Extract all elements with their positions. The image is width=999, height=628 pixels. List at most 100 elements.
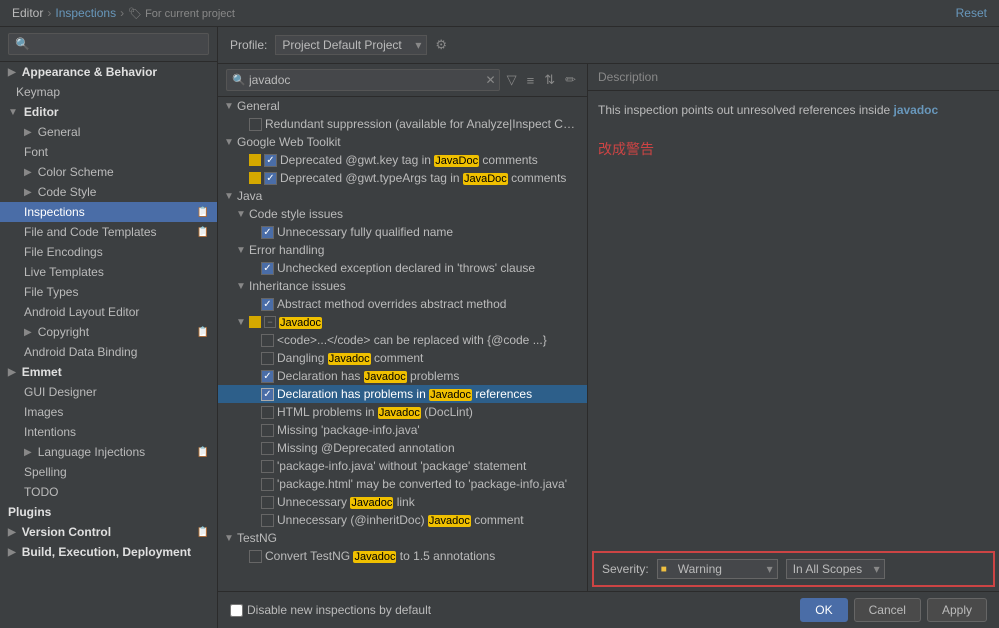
checkbox[interactable] bbox=[261, 352, 274, 365]
disable-inspections-checkbox[interactable] bbox=[230, 604, 243, 617]
scope-dropdown[interactable]: In All Scopes In Tests Everywhere bbox=[786, 559, 885, 579]
sidebar-item-gui-designer[interactable]: GUI Designer bbox=[0, 382, 217, 402]
checkbox[interactable] bbox=[249, 550, 262, 563]
profile-dropdown[interactable]: Project Default Project Default bbox=[275, 35, 427, 55]
search-wrapper: 🔍 javadoc ✕ bbox=[226, 69, 500, 91]
sidebar-item-version-control[interactable]: ▶ Version Control 📋 bbox=[0, 522, 217, 542]
arrow-icon: ▶ bbox=[24, 447, 32, 458]
cancel-button[interactable]: Cancel bbox=[854, 598, 921, 622]
sidebar-item-intentions[interactable]: Intentions bbox=[0, 422, 217, 442]
sidebar-label: TODO bbox=[24, 485, 58, 499]
sidebar-item-todo[interactable]: TODO bbox=[0, 482, 217, 502]
tree-node-general[interactable]: ▼ General bbox=[218, 97, 587, 115]
checkbox[interactable]: ✓ bbox=[261, 262, 274, 275]
checkbox[interactable]: ✓ bbox=[264, 172, 277, 185]
sidebar-item-images[interactable]: Images bbox=[0, 402, 217, 422]
sidebar-item-inspections[interactable]: Inspections 📋 bbox=[0, 202, 217, 222]
sidebar-item-file-code-templates[interactable]: File and Code Templates 📋 bbox=[0, 222, 217, 242]
checkbox[interactable]: ✓ bbox=[261, 226, 274, 239]
tree-node-redundant[interactable]: Redundant suppression (available for Ana… bbox=[218, 115, 587, 133]
sidebar-item-language-injections[interactable]: ▶ Language Injections 📋 bbox=[0, 442, 217, 462]
checkbox[interactable]: ✓ bbox=[261, 298, 274, 311]
tree-node-javadoc-group[interactable]: ▼ − Javadoc bbox=[218, 313, 587, 331]
sidebar-item-appearance[interactable]: ▶ Appearance & Behavior bbox=[0, 62, 217, 82]
tree-node-code-replaced[interactable]: <code>...</code> can be replaced with {@… bbox=[218, 331, 587, 349]
apply-button[interactable]: Apply bbox=[927, 598, 987, 622]
sidebar-item-android-data-binding[interactable]: Android Data Binding bbox=[0, 342, 217, 362]
tree-node-package-html-convert[interactable]: 'package.html' may be converted to 'pack… bbox=[218, 475, 587, 493]
main-layout: ▶ Appearance & Behavior Keymap ▼ Editor … bbox=[0, 27, 999, 628]
sidebar-item-file-encodings[interactable]: File Encodings bbox=[0, 242, 217, 262]
sidebar-item-editor[interactable]: ▼ Editor bbox=[0, 102, 217, 122]
sidebar-item-color-scheme[interactable]: ▶ Color Scheme bbox=[0, 162, 217, 182]
sidebar-label: Code Style bbox=[38, 185, 97, 199]
node-label: TestNG bbox=[237, 531, 581, 545]
sidebar-item-font[interactable]: Font bbox=[0, 142, 217, 162]
sidebar-item-general[interactable]: ▶ General bbox=[0, 122, 217, 142]
checkbox[interactable] bbox=[261, 460, 274, 473]
desc-panel: Description This inspection points out u… bbox=[588, 64, 999, 591]
sidebar-item-live-templates[interactable]: Live Templates bbox=[0, 262, 217, 282]
checkbox[interactable] bbox=[261, 478, 274, 491]
ok-button[interactable]: OK bbox=[800, 598, 847, 622]
filter-button[interactable]: ▽ bbox=[504, 70, 520, 90]
checkbox[interactable] bbox=[261, 496, 274, 509]
sidebar-label: Android Data Binding bbox=[24, 345, 137, 359]
sidebar-item-file-types[interactable]: File Types bbox=[0, 282, 217, 302]
tree-node-unnecessary-inheritdoc[interactable]: Unnecessary (@inheritDoc) Javadoc commen… bbox=[218, 511, 587, 529]
sidebar-item-plugins[interactable]: Plugins bbox=[0, 502, 217, 522]
tree-node-missing-deprecated[interactable]: Missing @Deprecated annotation bbox=[218, 439, 587, 457]
reset-button[interactable]: Reset bbox=[956, 6, 987, 20]
tree-node-inheritance[interactable]: ▼ Inheritance issues bbox=[218, 277, 587, 295]
checkbox[interactable] bbox=[261, 442, 274, 455]
tree-search-input[interactable]: javadoc bbox=[226, 69, 500, 91]
tree-node-package-info-without[interactable]: 'package-info.java' without 'package' st… bbox=[218, 457, 587, 475]
tree-node-unnecessary-qualified[interactable]: ✓ Unnecessary fully qualified name bbox=[218, 223, 587, 241]
checkbox[interactable] bbox=[261, 424, 274, 437]
checkbox[interactable]: ✓ bbox=[261, 370, 274, 383]
tree-node-html-problems[interactable]: HTML problems in Javadoc (DocLint) bbox=[218, 403, 587, 421]
tree-node-gwt[interactable]: ▼ Google Web Toolkit bbox=[218, 133, 587, 151]
tree-node-unnecessary-link[interactable]: Unnecessary Javadoc link bbox=[218, 493, 587, 511]
tree-node-unchecked-exception[interactable]: ✓ Unchecked exception declared in 'throw… bbox=[218, 259, 587, 277]
sidebar-item-build-execution[interactable]: ▶ Build, Execution, Deployment bbox=[0, 542, 217, 562]
scroll-icon: 📋 bbox=[197, 227, 209, 238]
sidebar-item-emmet[interactable]: ▶ Emmet bbox=[0, 362, 217, 382]
checkbox[interactable] bbox=[261, 406, 274, 419]
sidebar-item-spelling[interactable]: Spelling bbox=[0, 462, 217, 482]
breadcrumb-inspections[interactable]: Inspections bbox=[55, 6, 116, 20]
clear-search-icon[interactable]: ✕ bbox=[486, 73, 496, 87]
tree-node-gwt-key[interactable]: ✓ Deprecated @gwt.key tag in JavaDoc com… bbox=[218, 151, 587, 169]
checkbox[interactable] bbox=[261, 334, 274, 347]
sidebar-label: Font bbox=[24, 145, 48, 159]
tree-node-java[interactable]: ▼ Java bbox=[218, 187, 587, 205]
tree-node-gwt-typeargs[interactable]: ✓ Deprecated @gwt.typeArgs tag in JavaDo… bbox=[218, 169, 587, 187]
checkbox[interactable]: ✓ bbox=[261, 388, 274, 401]
tree-node-declaration-javadoc-problems[interactable]: ✓ Declaration has Javadoc problems bbox=[218, 367, 587, 385]
inspections-panel: 🔍 javadoc ✕ ▽ ≡ ⇅ ✏ ▼ General bbox=[218, 64, 999, 591]
gear-icon[interactable]: ⚙ bbox=[435, 37, 447, 53]
tree-node-testng-convert[interactable]: Convert TestNG Javadoc to 1.5 annotation… bbox=[218, 547, 587, 565]
sidebar-item-keymap[interactable]: Keymap bbox=[0, 82, 217, 102]
sidebar-item-copyright[interactable]: ▶ Copyright 📋 bbox=[0, 322, 217, 342]
sidebar-search-input[interactable] bbox=[8, 33, 209, 55]
tree-node-testng[interactable]: ▼ TestNG bbox=[218, 529, 587, 547]
tree-node-code-style-issues[interactable]: ▼ Code style issues bbox=[218, 205, 587, 223]
sidebar-item-android-layout[interactable]: Android Layout Editor bbox=[0, 302, 217, 322]
checkbox[interactable] bbox=[249, 118, 262, 131]
node-label: Unnecessary fully qualified name bbox=[277, 225, 581, 239]
export-button[interactable]: ✏ bbox=[562, 70, 579, 90]
tree-node-dangling-javadoc[interactable]: Dangling Javadoc comment bbox=[218, 349, 587, 367]
arrow-icon: ▼ bbox=[236, 245, 246, 256]
tree-node-error-handling[interactable]: ▼ Error handling bbox=[218, 241, 587, 259]
sidebar: ▶ Appearance & Behavior Keymap ▼ Editor … bbox=[0, 27, 218, 628]
tree-node-declaration-javadoc-ref[interactable]: ✓ Declaration has problems in Javadoc re… bbox=[218, 385, 587, 403]
tree-node-missing-package-java[interactable]: Missing 'package-info.java' bbox=[218, 421, 587, 439]
sidebar-item-code-style[interactable]: ▶ Code Style bbox=[0, 182, 217, 202]
collapse-all-button[interactable]: ⇅ bbox=[541, 70, 558, 90]
expand-all-button[interactable]: ≡ bbox=[524, 71, 538, 90]
checkbox[interactable] bbox=[261, 514, 274, 527]
tree-node-abstract-override[interactable]: ✓ Abstract method overrides abstract met… bbox=[218, 295, 587, 313]
severity-dropdown[interactable]: Warning Error Weak Warning Information bbox=[657, 559, 778, 579]
checkbox[interactable]: ✓ bbox=[264, 154, 277, 167]
